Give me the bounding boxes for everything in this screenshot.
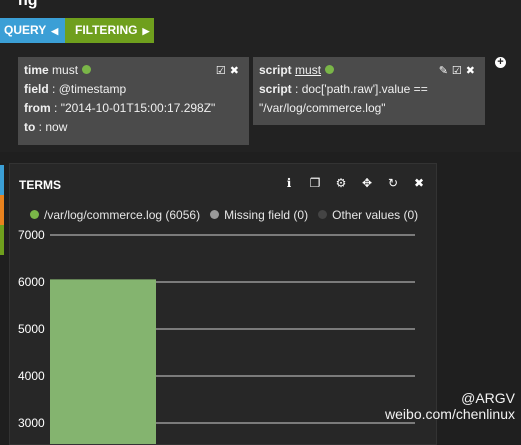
- terms-bar-chart: 3000 4000 5000 6000 7000: [18, 228, 415, 444]
- edit-icon[interactable]: ✎: [439, 65, 452, 77]
- filter-name: script: [259, 63, 292, 77]
- page-title: ng: [18, 0, 38, 9]
- filter-value-field: @timestamp: [58, 82, 127, 96]
- y-tick-label: 5000: [18, 322, 45, 336]
- filter-script-line2: "/var/log/commerce.log": [259, 101, 386, 115]
- bar[interactable]: [50, 279, 156, 444]
- filter-key-field: field: [24, 82, 49, 96]
- tab-bar: QUERY ◀ FILTERING ▶: [0, 18, 154, 43]
- y-tick-label: 7000: [18, 228, 45, 242]
- filter-mode[interactable]: must: [295, 63, 321, 77]
- filter-key-script: script: [259, 82, 292, 96]
- filter-value-from: "2014-10-01T15:00:17.298Z": [60, 101, 216, 115]
- add-filter-icon[interactable]: +: [495, 57, 506, 68]
- filter-card-time[interactable]: ☑✖ time must field : @timestamp from : "…: [18, 57, 249, 145]
- close-icon[interactable]: ✖: [466, 65, 479, 77]
- filter-card-script[interactable]: ✎☑✖ script must script : doc['path.raw']…: [253, 57, 485, 125]
- filter-script-line1: doc['path.raw'].value ==: [301, 82, 428, 96]
- checkbox-icon[interactable]: ☑: [452, 65, 466, 77]
- filter-mode[interactable]: must: [52, 63, 78, 77]
- watermark-handle: @ARGV: [461, 390, 515, 406]
- filter-actions: ☑✖: [216, 62, 243, 81]
- row-collapse-strip[interactable]: [0, 165, 4, 255]
- chevron-left-icon: ◀: [51, 26, 59, 36]
- watermark-url: weibo.com/chenlinux: [385, 406, 515, 422]
- top-panel: ng QUERY ◀ FILTERING ▶ ☑✖ time must field …: [0, 0, 521, 152]
- strip-blue[interactable]: [0, 165, 4, 195]
- filter-actions: ✎☑✖: [439, 62, 479, 81]
- y-tick-label: 3000: [18, 416, 45, 430]
- y-tick-label: 4000: [18, 369, 45, 383]
- tab-query-label: QUERY: [4, 23, 47, 37]
- filter-value-to: now: [45, 120, 68, 134]
- edit-icon[interactable]: ☑: [216, 65, 230, 77]
- strip-orange[interactable]: [0, 195, 4, 225]
- chevron-right-icon: ▶: [142, 26, 150, 36]
- status-dot-icon[interactable]: [325, 65, 335, 75]
- filter-key-to: to: [24, 120, 36, 134]
- terms-panel: TERMS ℹ ❐ ⚙ ✥ ↻ ✖ /var/log/commerce.log …: [9, 163, 437, 445]
- tab-query[interactable]: QUERY ◀: [0, 18, 65, 43]
- close-icon[interactable]: ✖: [230, 65, 243, 77]
- filter-key-from: from: [24, 101, 51, 115]
- y-tick-label: 6000: [18, 275, 45, 289]
- strip-green[interactable]: [0, 225, 4, 255]
- tab-filtering[interactable]: FILTERING ▶: [65, 18, 154, 43]
- status-dot-icon[interactable]: [82, 65, 92, 75]
- filter-name: time: [24, 63, 49, 77]
- tab-filtering-label: FILTERING: [75, 23, 138, 37]
